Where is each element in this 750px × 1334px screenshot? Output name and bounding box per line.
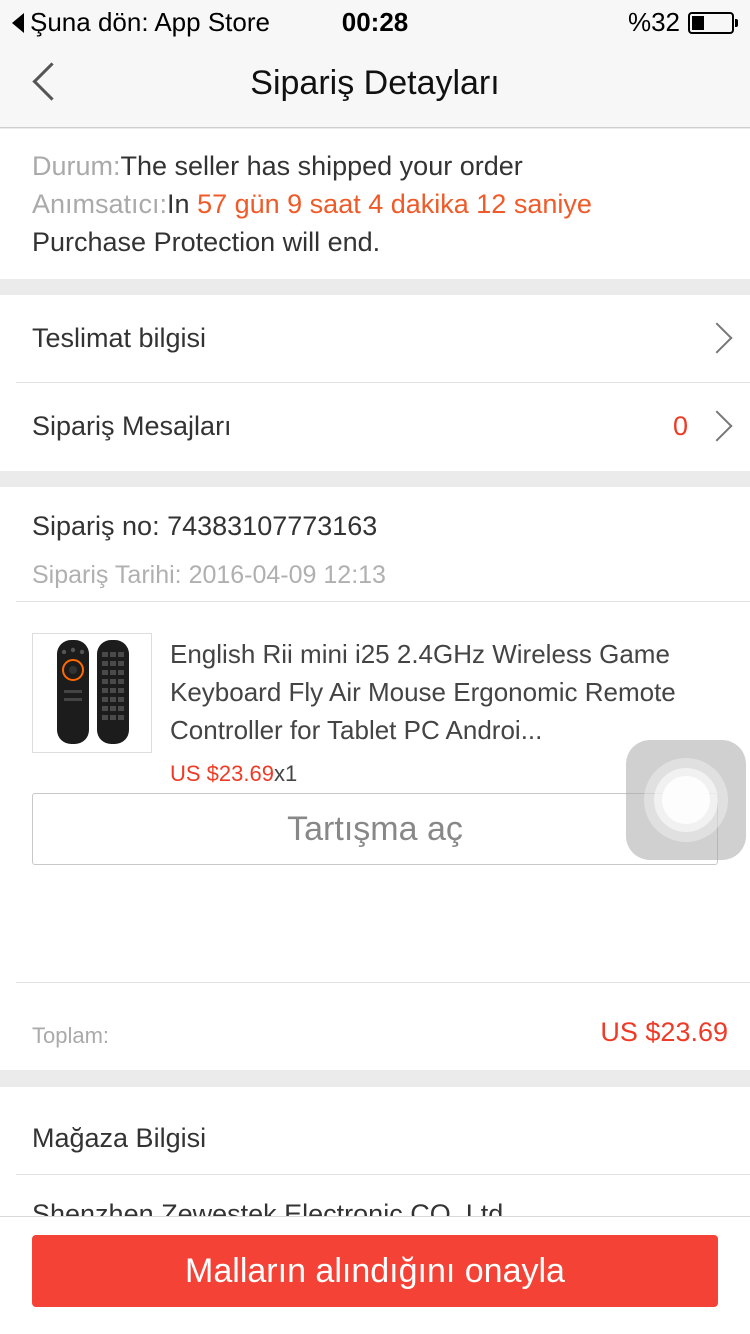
chevron-right-icon — [701, 410, 733, 442]
battery-icon — [688, 11, 738, 34]
section-divider — [16, 982, 750, 983]
protection-countdown: 57 gün 9 saat 4 dakika 12 saniye — [197, 189, 592, 219]
battery-status: %32 — [627, 7, 738, 38]
product-quantity: x1 — [273, 761, 298, 786]
battery-percent: %32 — [627, 7, 680, 37]
product-thumbnail[interactable] — [32, 633, 152, 753]
delivery-info-label: Teslimat bilgisi — [32, 323, 207, 353]
status-line: Durum:The seller has shipped your order — [32, 147, 718, 185]
page-title: Sipariş Detayları — [250, 64, 500, 102]
order-status-panel: Durum:The seller has shipped your order … — [0, 129, 750, 279]
navigation-bar: Sipariş Detayları — [0, 40, 750, 128]
reminder-prefix: In — [167, 189, 198, 219]
messages-count: 0 — [672, 411, 688, 441]
info-rows: Teslimat bilgisi Sipariş Mesajları 0 — [0, 295, 750, 471]
store-info-title: Mağaza Bilgisi — [32, 1123, 207, 1153]
assistive-touch-center — [662, 776, 710, 824]
reminder-suffix: Purchase Protection will end. — [32, 227, 381, 257]
status-bar: Şuna dön: App Store 00:28 %32 — [0, 0, 750, 40]
order-number-value: 74383107773163 — [167, 511, 378, 541]
product-price: US $23.69 — [170, 761, 274, 786]
bottom-action-bar: Malların alındığını onayla — [0, 1216, 750, 1334]
order-date: Sipariş Tarihi: 2016-04-09 12:13 — [32, 561, 386, 590]
order-messages-label: Sipariş Mesajları — [32, 411, 232, 441]
total-label: Toplam: — [32, 1023, 110, 1048]
order-number: Sipariş no: 74383107773163 — [32, 511, 377, 542]
total-value: US $23.69 — [600, 1017, 728, 1047]
confirm-receipt-button[interactable]: Malların alındığını onayla — [32, 1235, 718, 1307]
assistive-touch-button[interactable] — [626, 740, 746, 860]
status-label: Durum: — [32, 151, 121, 181]
product-title[interactable]: English Rii mini i25 2.4GHz Wireless Gam… — [170, 635, 730, 749]
order-date-label: Sipariş Tarihi: — [32, 561, 182, 589]
order-number-label: Sipariş no: — [32, 511, 160, 541]
order-messages-row[interactable]: Sipariş Mesajları 0 — [0, 383, 750, 471]
order-date-value: 2016-04-09 12:13 — [188, 561, 386, 589]
reminder-line: Anımsatıcı:In 57 gün 9 saat 4 dakika 12 … — [32, 185, 718, 223]
reminder-label: Anımsatıcı: — [32, 189, 168, 219]
chevron-right-icon — [701, 322, 733, 354]
row-divider — [16, 1174, 750, 1175]
remote-keyboard-image — [57, 640, 129, 744]
open-dispute-button[interactable]: Tartışma aç — [32, 793, 718, 865]
delivery-info-row[interactable]: Teslimat bilgisi — [0, 295, 750, 383]
status-value: The seller has shipped your order — [120, 151, 523, 181]
product-price-line: US $23.69x1 — [170, 761, 297, 787]
section-divider — [16, 601, 750, 602]
